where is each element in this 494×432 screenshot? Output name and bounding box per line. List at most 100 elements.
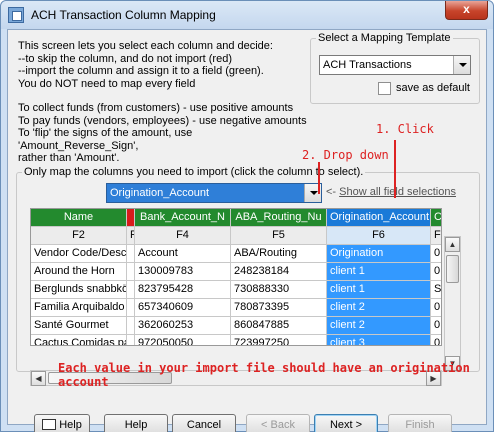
close-button[interactable]: x [445,1,488,20]
show-all-fields-link[interactable]: <- Show all field selections [326,186,456,198]
arrow-down-icon [394,140,396,198]
table-row[interactable]: Vendor Code/Desc Account ABA/Routing Origin… [31,245,441,263]
table-cell[interactable]: 730888330 [231,281,327,299]
instructions: This screen lets you select each column … [18,40,308,177]
arrow-down-icon [318,162,320,194]
table-row[interactable]: Familia Arquibaldo 657340609 780873395 clie… [31,299,441,317]
column-header[interactable]: C [431,209,441,227]
save-default-checkbox[interactable] [378,82,391,95]
table-row[interactable]: Cactus Comidas para llevar 97205005072399… [31,335,441,345]
template-select-value: ACH Transactions [323,59,412,71]
table-cell[interactable] [127,335,135,345]
arrow-left-icon: <- [326,186,337,198]
table-row[interactable]: Santé Gourmet 362060253 860847885 client 20 [31,317,441,335]
field-cell[interactable]: F5 [231,227,327,245]
selected-column-cell[interactable]: client 2 [327,299,431,317]
selected-column-cell[interactable]: client 3 [327,335,431,345]
table-cell[interactable]: 0 [431,263,441,281]
column-header[interactable] [127,209,135,227]
table-row[interactable]: Around the Horn 130009783 248238184 client … [31,263,441,281]
scroll-left-icon[interactable]: ◀ [31,371,46,386]
table-row[interactable]: Berglunds snabbköp 823795428 730888330 clie… [31,281,441,299]
field-cell[interactable]: F4 [135,227,231,245]
instruction-line: To collect funds (from customers) - use … [18,102,294,114]
title-bar[interactable]: ACH Transaction Column Mapping x [1,1,493,29]
show-all-fields-label[interactable]: Show all field selections [339,186,456,198]
table-cell[interactable]: ABA/Routing [231,245,327,263]
table-cell[interactable]: Cactus Comidas para llevar [31,335,127,345]
table-cell[interactable]: 0 [431,245,441,263]
instruction-line: You do NOT need to map every field [18,77,196,90]
column-header-selected[interactable]: Origination_Account [327,209,431,227]
mapping-dialog: ACH Transaction Column Mapping x This sc… [0,0,494,432]
import-grid[interactable]: Name Bank_Account_N ABA_Routing_Nu Origi… [30,208,442,346]
table-cell[interactable]: 130009783 [135,263,231,281]
help-button[interactable]: Help [104,414,168,432]
chevron-down-icon[interactable] [453,56,470,74]
selected-column-cell[interactable]: Origination [327,245,431,263]
mapping-legend: Only map the columns you need to import … [22,166,366,178]
table-cell[interactable] [127,317,135,335]
finish-button[interactable]: Finish [388,414,452,432]
scroll-thumb[interactable] [446,255,459,283]
table-cell[interactable]: 0 [431,335,441,345]
table-cell[interactable]: Vendor Code/Desc [31,245,127,263]
instruction-line: To 'flip' the signs of the amount, use '… [18,127,193,152]
window-title: ACH Transaction Column Mapping [31,8,216,22]
table-cell[interactable]: 972050050 [135,335,231,345]
column-header[interactable]: Bank_Account_N [135,209,231,227]
table-cell[interactable] [127,263,135,281]
table-cell[interactable]: Berglunds snabbköp [31,281,127,299]
selected-column-cell[interactable]: client 2 [327,317,431,335]
table-cell[interactable]: 823795428 [135,281,231,299]
cancel-button[interactable]: Cancel [172,414,236,432]
next-button[interactable]: Next > [314,414,378,432]
annotation-click: 1. Click [376,122,434,136]
table-cell[interactable]: 780873395 [231,299,327,317]
table-cell[interactable]: 860847885 [231,317,327,335]
dialog-body: This screen lets you select each column … [7,29,487,432]
selected-column-cell[interactable]: client 1 [327,281,431,299]
help-icon-button[interactable]: Help [34,414,90,432]
column-header[interactable]: ABA_Routing_Nu [231,209,327,227]
table-cell[interactable]: 362060253 [135,317,231,335]
annotation-note: Each value in your import file should ha… [58,361,470,389]
selected-column-cell[interactable]: client 1 [327,263,431,281]
back-button[interactable]: < Back [246,414,310,432]
table-cell[interactable]: 248238184 [231,263,327,281]
field-cell[interactable]: F7 [431,227,441,245]
table-cell[interactable]: 0 [431,299,441,317]
table-cell[interactable]: Account [135,245,231,263]
table-cell[interactable]: Santé Gourmet [31,317,127,335]
template-legend: Select a Mapping Template [316,32,453,44]
field-cell[interactable]: F6 [327,227,431,245]
monitor-icon [42,419,57,430]
instruction-line: This screen lets you select each column … [18,40,273,52]
field-cell[interactable]: F2 [31,227,127,245]
field-row: F2 F3 F4 F5 F6 F7 [31,227,441,245]
field-cell[interactable]: F3 [127,227,135,245]
table-cell[interactable]: 723997250 [231,335,327,345]
field-select[interactable]: Origination_Account [106,183,322,203]
table-cell[interactable]: 0 [431,317,441,335]
scroll-up-icon[interactable]: ▲ [445,237,460,252]
table-cell[interactable]: 657340609 [135,299,231,317]
template-select[interactable]: ACH Transactions [319,55,471,75]
instruction-line: --import the column and assign it to a f… [18,65,264,77]
annotation-dropdown: 2. Drop down [302,148,389,162]
app-icon [8,7,24,23]
help-icon-button-label: Help [59,419,82,431]
instruction-line: --to skip the column, and do not import … [18,52,232,65]
table-cell[interactable] [127,299,135,317]
column-header[interactable]: Name [31,209,127,227]
table-cell[interactable]: S [431,281,441,299]
field-select-value: Origination_Account [110,187,210,199]
vertical-scrollbar[interactable]: ▲ ▼ [444,236,461,372]
table-cell[interactable] [127,281,135,299]
save-default-label: save as default [396,82,470,94]
table-cell[interactable] [127,245,135,263]
table-cell[interactable]: Familia Arquibaldo [31,299,127,317]
column-header-row: Name Bank_Account_N ABA_Routing_Nu Origi… [31,209,441,227]
instruction-line: To pay funds (vendors, employees) - use … [18,114,307,127]
table-cell[interactable]: Around the Horn [31,263,127,281]
